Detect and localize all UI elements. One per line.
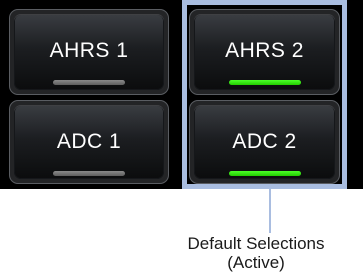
callout-line-2: (Active) (227, 253, 285, 272)
adc-1-label: ADC 1 (56, 130, 122, 153)
adc-1-status-indicator (53, 171, 125, 176)
ahrs-1-label: AHRS 1 (49, 39, 129, 62)
ahrs-1-button[interactable]: AHRS 1 (14, 14, 164, 90)
ahrs-1-cell: AHRS 1 (9, 9, 169, 95)
adc-1-button[interactable]: ADC 1 (14, 105, 164, 179)
callout-line-1: Default Selections (187, 234, 325, 253)
sensor-panel: AHRS 1 AHRS 2 ADC 1 ADC 2 (0, 0, 363, 189)
sensor-selection-figure: AHRS 1 AHRS 2 ADC 1 ADC 2 Default Select… (0, 0, 363, 272)
callout-leader-line (269, 189, 271, 233)
adc-1-cell: ADC 1 (9, 100, 169, 184)
default-selection-highlight-frame (182, 0, 347, 189)
ahrs-1-status-indicator (53, 80, 125, 85)
